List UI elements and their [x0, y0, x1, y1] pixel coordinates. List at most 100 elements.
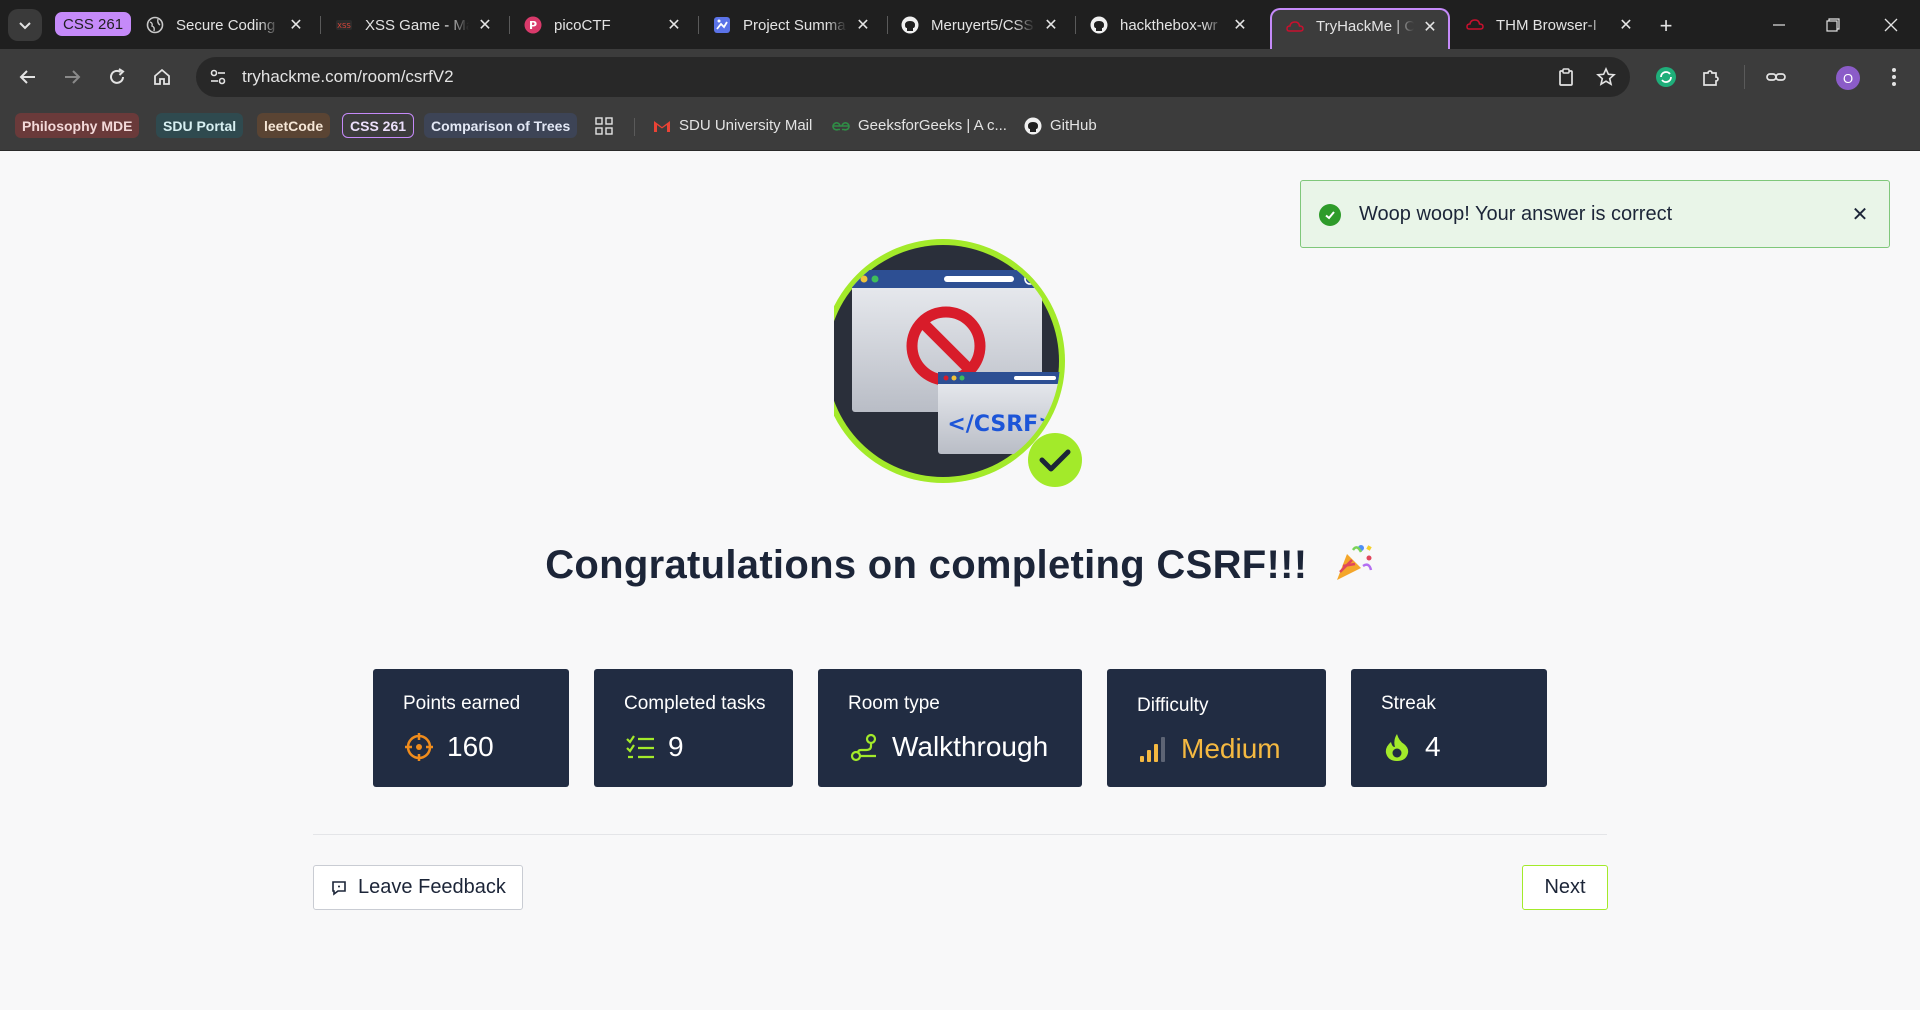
- checklist-icon: [624, 731, 656, 763]
- bookmark-group-leetcode[interactable]: leetCode: [257, 113, 331, 138]
- close-tab-icon[interactable]: ✕: [664, 15, 684, 35]
- tab-search-button[interactable]: [8, 9, 42, 41]
- github-icon: [1090, 16, 1108, 34]
- stat-value: Medium: [1181, 733, 1281, 764]
- reload-button[interactable]: [101, 61, 133, 93]
- tab-title: Secure Coding: [176, 16, 276, 34]
- bookmark-label: GeeksforGeeks | A c...: [858, 117, 1007, 134]
- forward-button[interactable]: [56, 61, 88, 93]
- stat-label: Points earned: [403, 693, 521, 714]
- room-badge: </CSRF>: [821, 236, 1086, 488]
- extensions-button[interactable]: [1695, 61, 1727, 93]
- reload-icon: [110, 68, 125, 84]
- feedback-icon: [330, 879, 348, 897]
- close-tab-icon[interactable]: ✕: [286, 15, 306, 35]
- bookmark-group-trees[interactable]: Comparison of Trees: [424, 113, 578, 138]
- close-tab-icon[interactable]: ✕: [475, 15, 495, 35]
- stat-value: 9: [668, 731, 684, 762]
- globe-icon: [146, 16, 164, 34]
- gmail-icon: [653, 117, 671, 135]
- close-tab-icon[interactable]: ✕: [1230, 15, 1250, 35]
- extension-sync-button[interactable]: [1650, 61, 1682, 93]
- close-tab-icon[interactable]: ✕: [853, 15, 873, 35]
- restore-button[interactable]: [1810, 10, 1856, 40]
- chevron-down-icon: [19, 22, 31, 30]
- geeksforgeeks-icon: [832, 117, 850, 135]
- home-button[interactable]: [146, 61, 178, 93]
- svg-text:XSS: XSS: [337, 22, 351, 30]
- tab-title: hackthebox-wr: [1120, 16, 1218, 34]
- leave-feedback-button[interactable]: Leave Feedback: [313, 865, 523, 910]
- toolbar-separator: [1744, 65, 1745, 89]
- next-button[interactable]: Next: [1522, 865, 1608, 910]
- apps-grid-button[interactable]: [595, 113, 613, 138]
- tab-title: Project Summa: [743, 16, 846, 34]
- signal-bars-icon: [1137, 733, 1169, 765]
- tab-separator: [887, 16, 888, 34]
- sync-extension-icon: [1656, 67, 1676, 87]
- bookmarks-separator: [634, 118, 635, 136]
- stat-label: Difficulty: [1137, 695, 1209, 716]
- toast-message: Woop woop! Your answer is correct: [1359, 203, 1673, 225]
- route-icon: [848, 731, 880, 763]
- tab-title: picoCTF: [554, 16, 611, 34]
- minimize-icon: [1773, 24, 1785, 26]
- tab-project-summary[interactable]: Project Summa ✕: [713, 8, 873, 42]
- back-button[interactable]: [12, 61, 44, 93]
- tab-xss-game[interactable]: XSS XSS Game - Ma ✕: [335, 8, 495, 42]
- address-bar[interactable]: tryhackme.com/room/csrfV2: [196, 57, 1630, 97]
- tab-title: XSS Game - Ma: [365, 16, 469, 34]
- stat-value: Walkthrough: [892, 731, 1049, 762]
- stat-label: Room type: [848, 693, 940, 714]
- party-popper-icon: [1331, 540, 1375, 584]
- close-tab-icon[interactable]: ✕: [1616, 15, 1636, 35]
- section-divider: [313, 834, 1607, 835]
- target-icon: [403, 731, 435, 763]
- tab-group-label[interactable]: CSS 261: [55, 12, 132, 36]
- close-icon: [1884, 18, 1898, 32]
- url-text[interactable]: tryhackme.com/room/csrfV2: [242, 67, 454, 87]
- arrow-left-icon: [19, 70, 35, 84]
- stat-value: 4: [1425, 731, 1441, 762]
- tab-thm-browser[interactable]: THM Browser-I ✕: [1466, 8, 1636, 42]
- minimize-button[interactable]: [1756, 10, 1802, 40]
- stat-card-streak: Streak 4: [1351, 669, 1547, 787]
- tab-github-css[interactable]: Meruyert5/CSS ✕: [901, 8, 1061, 42]
- close-tab-icon[interactable]: ✕: [1420, 17, 1440, 37]
- bookmark-group-sdu-portal[interactable]: SDU Portal: [156, 113, 244, 138]
- bookmark-github[interactable]: GitHub: [1024, 113, 1097, 138]
- tab-picoctf[interactable]: P picoCTF ✕: [524, 8, 684, 42]
- picoctf-icon: P: [524, 16, 542, 34]
- tab-secure-coding[interactable]: Secure Coding ✕: [146, 8, 306, 42]
- stat-card-points: Points earned 160: [373, 669, 569, 787]
- stat-label: Streak: [1381, 693, 1436, 714]
- bookmarks-bar: Philosophy MDE SDU Portal leetCode CSS 2…: [0, 105, 1920, 151]
- bookmark-sdu-mail[interactable]: SDU University Mail: [653, 113, 812, 138]
- browser-menu-button[interactable]: [1878, 61, 1910, 93]
- bookmark-geeksforgeeks[interactable]: GeeksforGeeks | A c...: [832, 113, 1007, 138]
- site-info-icon[interactable]: [206, 65, 230, 89]
- more-vertical-icon: [1892, 68, 1896, 86]
- stat-card-difficulty: Difficulty Medium: [1107, 669, 1326, 787]
- close-toast-icon[interactable]: ✕: [1849, 203, 1871, 226]
- new-tab-button[interactable]: +: [1652, 12, 1680, 40]
- github-icon: [1024, 117, 1042, 135]
- profile-avatar[interactable]: O: [1836, 66, 1860, 90]
- bookmark-group-philosophy[interactable]: Philosophy MDE: [15, 113, 140, 138]
- close-window-button[interactable]: [1868, 10, 1914, 40]
- svg-text:P: P: [529, 19, 537, 32]
- tab-separator: [509, 16, 510, 34]
- close-tab-icon[interactable]: ✕: [1041, 15, 1061, 35]
- bookmark-star-icon[interactable]: [1594, 65, 1618, 89]
- clipboard-icon[interactable]: [1554, 65, 1578, 89]
- tab-tryhackme-active[interactable]: TryHackMe | CS ✕: [1270, 8, 1450, 49]
- share-link-button[interactable]: [1760, 61, 1792, 93]
- bookmark-label: SDU University Mail: [679, 117, 813, 134]
- tryhackme-icon: [1286, 18, 1304, 36]
- home-icon: [154, 68, 170, 85]
- tab-hackthebox[interactable]: hackthebox-wr ✕: [1090, 8, 1250, 42]
- arrow-right-icon: [65, 70, 81, 84]
- bookmark-group-css261[interactable]: CSS 261: [342, 113, 415, 138]
- tab-bar: CSS 261 Secure Coding ✕ XSS XSS Game - M…: [0, 0, 1920, 49]
- completion-title: Congratulations on completing CSRF!!!: [545, 543, 1308, 587]
